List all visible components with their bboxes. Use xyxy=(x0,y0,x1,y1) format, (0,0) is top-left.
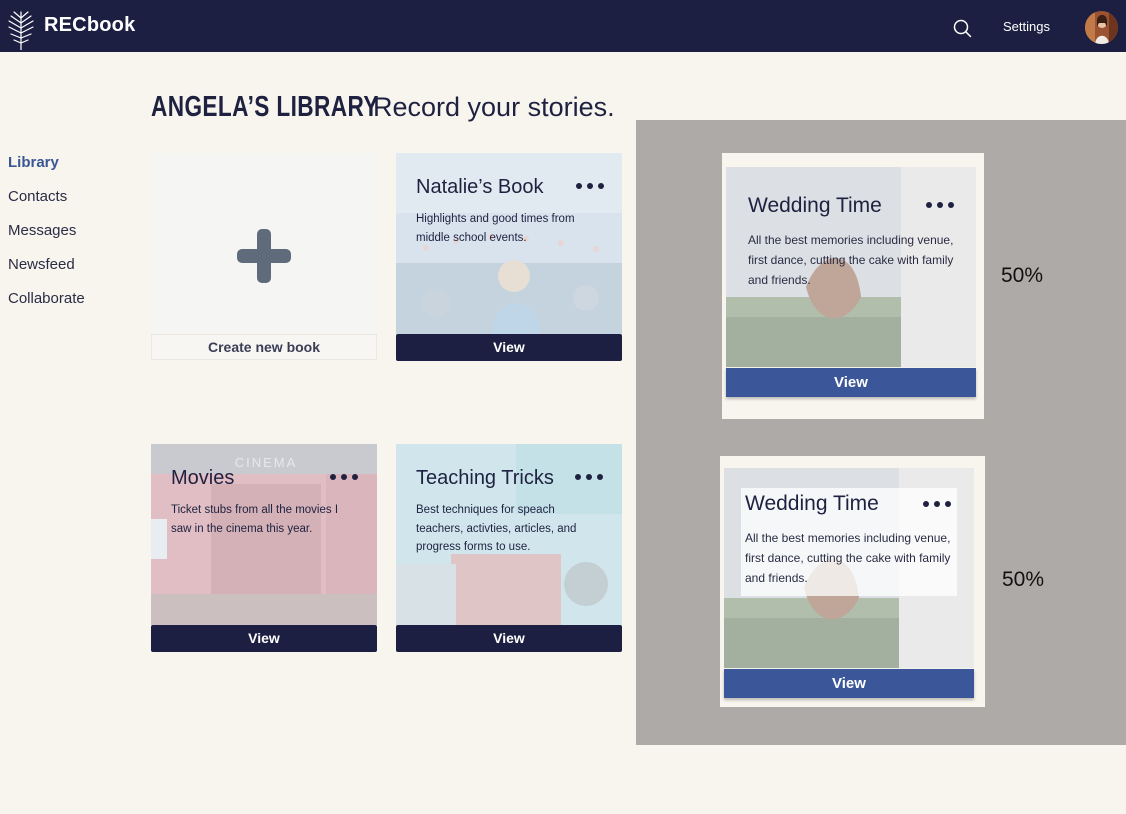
sidebar-item-contacts[interactable]: Contacts xyxy=(8,188,85,222)
sidebar-item-newsfeed[interactable]: Newsfeed xyxy=(8,256,85,290)
create-book-button[interactable]: Create new book xyxy=(151,334,377,360)
page-subtitle: Record your stories. xyxy=(373,92,615,122)
view-button[interactable]: View xyxy=(151,625,377,652)
more-dots-icon[interactable] xyxy=(921,496,953,512)
view-button[interactable]: View xyxy=(396,334,622,361)
book-description: Best techniques for speach teachers, act… xyxy=(416,504,577,553)
more-dots-icon[interactable] xyxy=(574,178,606,194)
opacity-demo-frame-1: Wedding Time All the best memories inclu… xyxy=(722,153,984,419)
view-button[interactable]: View xyxy=(396,625,622,652)
sidebar-item-messages[interactable]: Messages xyxy=(8,222,85,256)
sidebar-item-collaborate[interactable]: Collaborate xyxy=(8,290,85,324)
book-card-wedding[interactable]: Wedding Time All the best memories inclu… xyxy=(724,468,974,698)
plus-icon xyxy=(237,229,291,283)
book-title: Movies xyxy=(171,467,235,489)
book-description: All the best memories including venue, f… xyxy=(745,531,951,585)
book-description: Highlights and good times from middle sc… xyxy=(416,213,575,244)
opacity-label: 50% xyxy=(1001,264,1044,287)
view-button[interactable]: View xyxy=(724,669,974,698)
settings-link[interactable]: Settings xyxy=(1003,19,1050,34)
cinema-sign-text: CINEMA xyxy=(235,455,298,470)
avatar[interactable] xyxy=(1085,11,1118,44)
top-navbar: RECbook Settings xyxy=(0,0,1126,52)
more-dots-icon[interactable] xyxy=(924,197,956,213)
view-button[interactable]: View xyxy=(726,368,976,397)
opacity-demo-frame-2: Wedding Time All the best memories inclu… xyxy=(720,456,985,707)
sidebar-item-library[interactable]: Library xyxy=(8,154,85,188)
book-description: All the best memories including venue, f… xyxy=(748,233,954,287)
book-description: Ticket stubs from all the movies I saw i… xyxy=(171,504,339,535)
book-title: Wedding Time xyxy=(748,194,882,217)
more-dots-icon[interactable] xyxy=(328,469,360,485)
opacity-label: 50% xyxy=(1002,568,1045,591)
brand-name[interactable]: RECbook xyxy=(44,14,135,37)
book-title: Natalie’s Book xyxy=(416,176,544,198)
create-book-tile xyxy=(151,153,377,333)
search-icon[interactable] xyxy=(951,17,973,39)
avatar-photo xyxy=(1085,11,1118,44)
book-card-wedding[interactable]: Wedding Time All the best memories inclu… xyxy=(726,167,976,397)
book-title: Wedding Time xyxy=(745,492,879,515)
create-book-card[interactable]: Create new book xyxy=(151,153,377,360)
book-title: Teaching Tricks xyxy=(416,467,554,489)
book-card-natalie[interactable]: Natalie’s Book Highlights and good times… xyxy=(396,153,622,361)
opacity-demo-panel: Wedding Time All the best memories inclu… xyxy=(636,120,1126,745)
more-dots-icon[interactable] xyxy=(573,469,605,485)
page-title: ANGELA’S LIBRARY xyxy=(151,91,379,123)
sidebar: Library Contacts Messages Newsfeed Colla… xyxy=(8,154,85,324)
book-card-teaching-tricks[interactable]: Teaching Tricks Best techniques for spea… xyxy=(396,444,622,652)
palm-leaf-icon xyxy=(8,11,34,50)
book-card-movies[interactable]: CINEMA Movies Ticket stubs from all the … xyxy=(151,444,377,652)
